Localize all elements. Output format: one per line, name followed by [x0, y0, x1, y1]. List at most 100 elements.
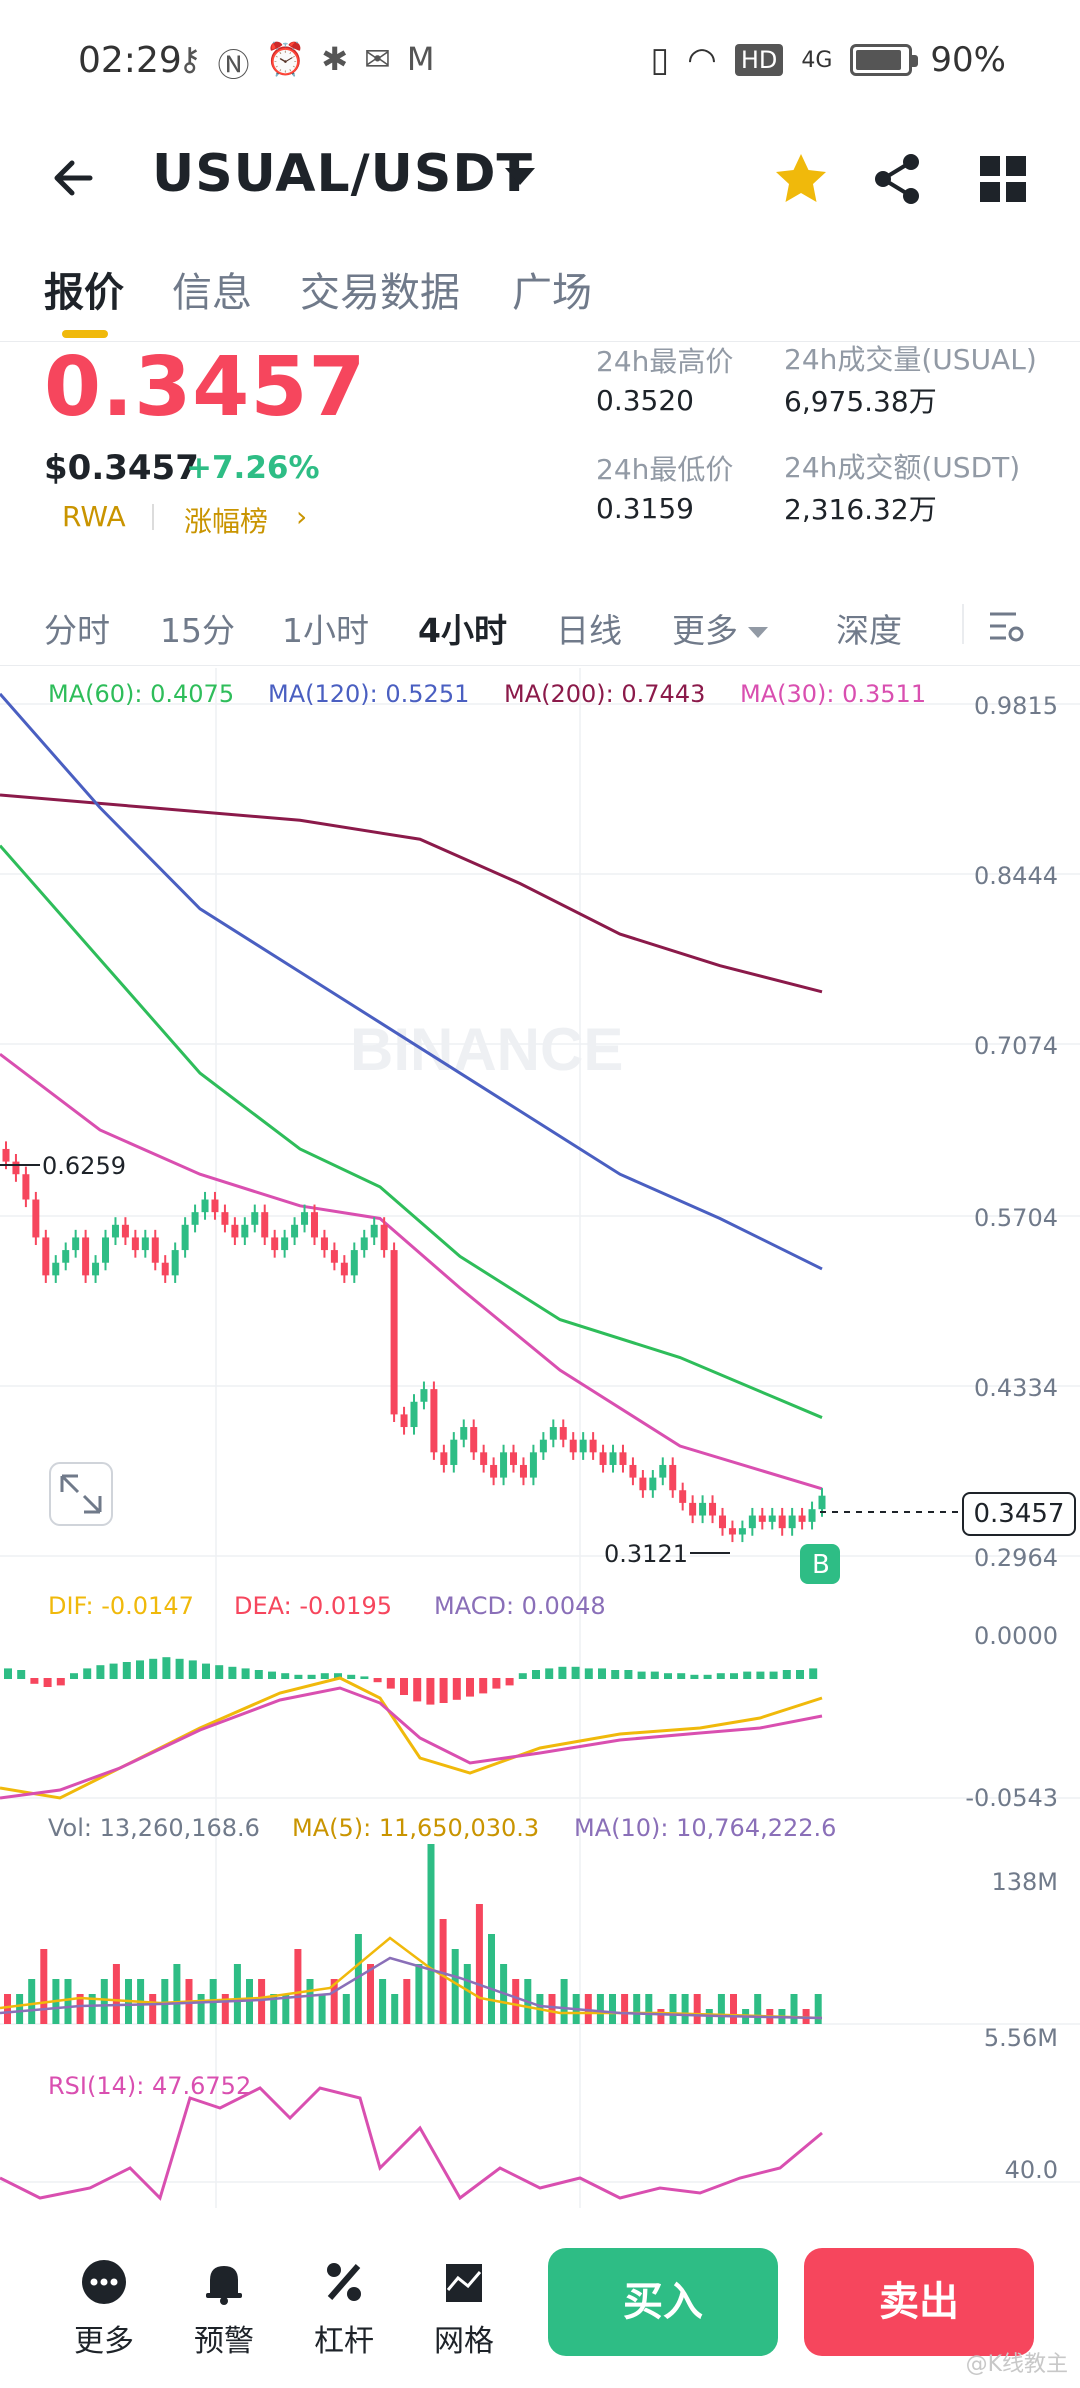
candle[interactable]: [231, 1224, 239, 1238]
candle[interactable]: [599, 1452, 607, 1465]
candle[interactable]: [539, 1439, 547, 1453]
tab-square[interactable]: 广场: [512, 260, 592, 318]
candle[interactable]: [42, 1237, 50, 1276]
share-icon[interactable]: [867, 148, 929, 210]
candle[interactable]: [340, 1262, 348, 1276]
chart-settings-icon[interactable]: [986, 606, 1026, 646]
candle[interactable]: [629, 1464, 637, 1478]
candle[interactable]: [410, 1401, 418, 1428]
candle[interactable]: [500, 1452, 508, 1478]
candle[interactable]: [440, 1452, 448, 1465]
candle[interactable]: [430, 1389, 438, 1453]
candle[interactable]: [151, 1237, 159, 1263]
candle[interactable]: [32, 1199, 40, 1238]
candle[interactable]: [450, 1439, 458, 1465]
candle[interactable]: [569, 1439, 577, 1453]
candle[interactable]: [12, 1161, 20, 1175]
candle[interactable]: [480, 1452, 488, 1465]
interval-4h[interactable]: 4小时: [418, 604, 507, 652]
interval-1d[interactable]: 日线: [556, 604, 622, 652]
interval-time[interactable]: 分时: [44, 604, 110, 652]
candle[interactable]: [131, 1237, 139, 1251]
candle[interactable]: [141, 1237, 149, 1251]
candle[interactable]: [718, 1515, 726, 1529]
star-icon[interactable]: [770, 148, 832, 210]
candle[interactable]: [330, 1250, 338, 1263]
candle[interactable]: [738, 1528, 746, 1535]
candle[interactable]: [609, 1452, 617, 1465]
candle[interactable]: [271, 1237, 279, 1251]
interval-1h[interactable]: 1小时: [282, 604, 369, 652]
chevron-down-icon[interactable]: [505, 168, 535, 185]
candle[interactable]: [360, 1237, 368, 1251]
candle[interactable]: [320, 1237, 328, 1251]
candle[interactable]: [52, 1262, 60, 1276]
grid-trading-button[interactable]: 网格: [414, 2258, 514, 2360]
candle[interactable]: [709, 1502, 717, 1516]
sell-button[interactable]: 卖出: [804, 2248, 1034, 2356]
candle[interactable]: [191, 1212, 199, 1225]
interval-more[interactable]: 更多: [672, 604, 768, 652]
tag-rwa[interactable]: RWA: [62, 500, 126, 533]
candle[interactable]: [519, 1464, 527, 1478]
price-chart[interactable]: BINANCE 0.6259 0.3121 B: [0, 668, 1080, 2208]
candle[interactable]: [2, 1148, 10, 1162]
candle[interactable]: [390, 1250, 398, 1415]
candle[interactable]: [92, 1262, 100, 1276]
candle[interactable]: [241, 1224, 249, 1238]
candle[interactable]: [281, 1237, 289, 1251]
grid-icon[interactable]: [972, 148, 1034, 210]
candle[interactable]: [589, 1439, 597, 1453]
candle[interactable]: [798, 1515, 806, 1522]
candle[interactable]: [82, 1237, 90, 1276]
candle[interactable]: [679, 1490, 687, 1503]
expand-icon[interactable]: [49, 1462, 113, 1526]
back-arrow-icon[interactable]: [44, 148, 104, 208]
candle[interactable]: [728, 1528, 736, 1535]
candle[interactable]: [62, 1250, 70, 1263]
candle[interactable]: [400, 1414, 408, 1428]
candle[interactable]: [669, 1464, 677, 1491]
candle[interactable]: [211, 1199, 219, 1213]
tab-quote[interactable]: 报价: [44, 260, 124, 318]
candle[interactable]: [758, 1515, 766, 1522]
candle[interactable]: [121, 1224, 129, 1238]
candle[interactable]: [768, 1515, 776, 1522]
candle[interactable]: [699, 1502, 707, 1516]
buy-button[interactable]: 买入: [548, 2248, 778, 2356]
candle[interactable]: [261, 1212, 269, 1238]
candle[interactable]: [659, 1464, 667, 1478]
candle[interactable]: [251, 1212, 259, 1225]
candle[interactable]: [350, 1250, 358, 1276]
tag-gainers[interactable]: 涨幅榜: [184, 500, 268, 540]
candle[interactable]: [510, 1452, 518, 1465]
chevron-right-icon[interactable]: ›: [296, 500, 307, 533]
candle[interactable]: [818, 1495, 826, 1510]
candle[interactable]: [778, 1515, 786, 1529]
candle[interactable]: [370, 1224, 378, 1238]
candle[interactable]: [72, 1237, 80, 1251]
leverage-button[interactable]: 杠杆: [294, 2258, 394, 2360]
interval-depth[interactable]: 深度: [836, 604, 902, 652]
candle[interactable]: [171, 1250, 179, 1276]
alert-button[interactable]: 预警: [174, 2258, 274, 2360]
candle[interactable]: [639, 1477, 647, 1491]
candle[interactable]: [102, 1237, 110, 1263]
candle[interactable]: [549, 1427, 557, 1440]
interval-15m[interactable]: 15分: [160, 604, 235, 652]
candle[interactable]: [529, 1452, 537, 1478]
candle[interactable]: [221, 1212, 229, 1225]
candle[interactable]: [161, 1262, 169, 1276]
candle[interactable]: [649, 1477, 657, 1491]
more-button[interactable]: 更多: [54, 2258, 154, 2360]
tab-info[interactable]: 信息: [172, 260, 252, 318]
chart-area[interactable]: BINANCE 0.6259 0.3121 B MA(60): 0.4075 M…: [0, 668, 1080, 2208]
candle[interactable]: [619, 1452, 627, 1465]
pair-title[interactable]: USUAL/USDT: [152, 144, 533, 204]
candle[interactable]: [22, 1174, 30, 1200]
candle[interactable]: [788, 1515, 796, 1529]
candle[interactable]: [470, 1427, 478, 1453]
candle[interactable]: [420, 1389, 428, 1402]
candle[interactable]: [748, 1515, 756, 1529]
candle[interactable]: [111, 1224, 119, 1238]
